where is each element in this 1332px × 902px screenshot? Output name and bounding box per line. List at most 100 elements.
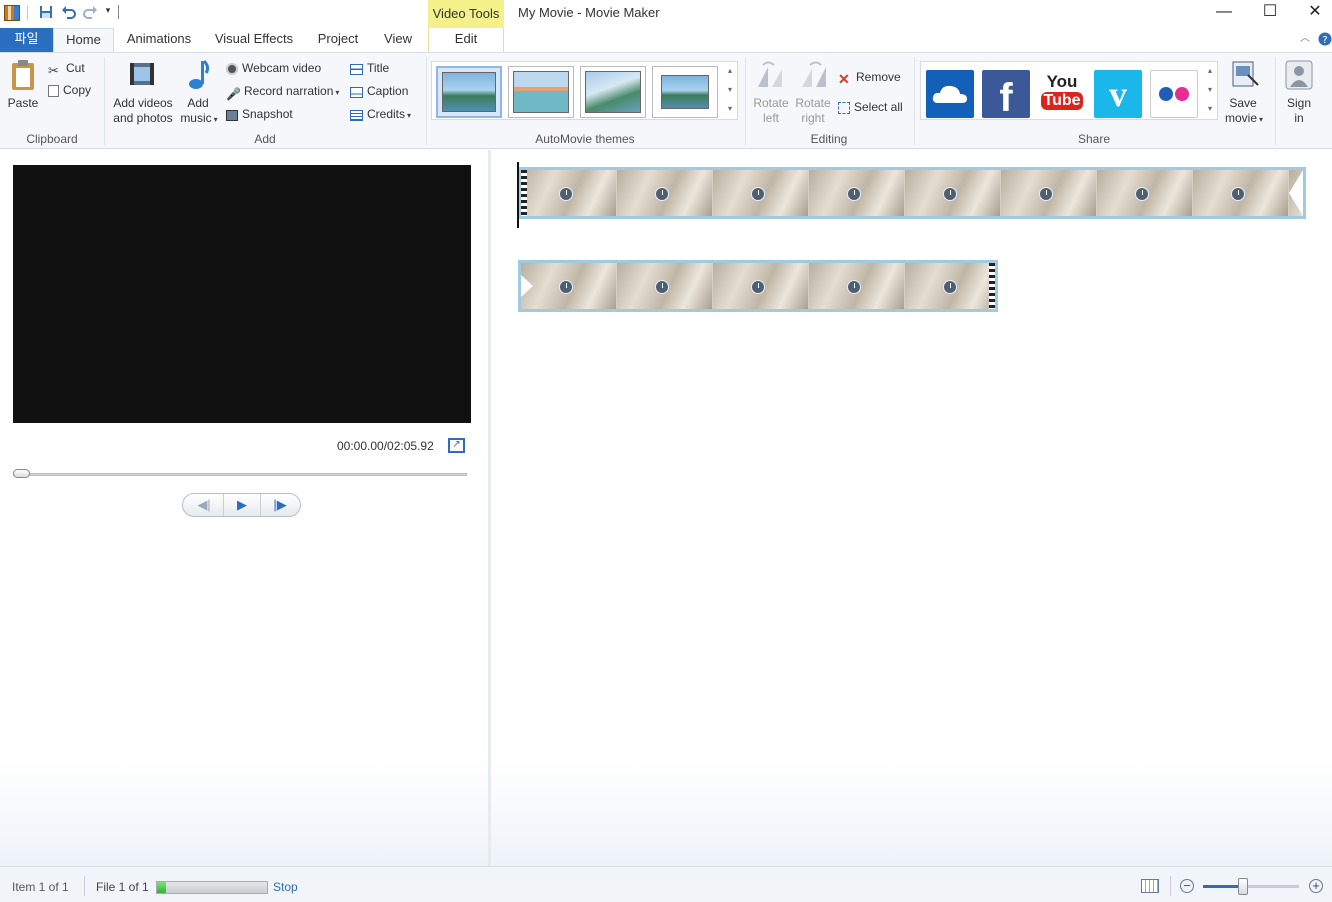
collapse-ribbon-icon[interactable]: ︿ <box>1296 28 1314 52</box>
record-narration-button[interactable]: 🎤 Record narration ▾ <box>226 82 339 101</box>
clip-frame <box>1001 170 1097 216</box>
rotate-right-button[interactable]: Rotate right <box>794 59 832 125</box>
progress-fill <box>157 882 166 893</box>
cut-label: Cut <box>66 61 85 75</box>
svg-text:?: ? <box>1322 35 1327 46</box>
clip-frame <box>713 170 809 216</box>
zoom-thumb[interactable] <box>1238 878 1249 895</box>
add-music-button[interactable]: Add music ▾ <box>178 59 220 127</box>
caption-button[interactable]: Caption <box>350 82 408 100</box>
cut-button[interactable]: ✂ Cut <box>48 59 85 78</box>
video-preview[interactable] <box>13 165 471 423</box>
zoom-out-icon[interactable]: − <box>1180 879 1194 893</box>
duration-clock-icon <box>559 280 573 294</box>
preview-pane: 00:00.00/02:05.92 ↗ ◀| ▶ |▶ <box>0 150 488 866</box>
duration-clock-icon <box>1135 187 1149 201</box>
onedrive-icon[interactable] <box>926 70 974 118</box>
app-icon[interactable] <box>4 5 20 21</box>
item-count: Item 1 of 1 <box>12 880 69 894</box>
redo-icon[interactable] <box>82 5 98 21</box>
save-icon[interactable] <box>38 5 54 21</box>
maximize-button[interactable]: ☐ <box>1247 0 1293 26</box>
automovie-themes-gallery <box>431 61 738 120</box>
clip-frame <box>905 170 1001 216</box>
theme-fade[interactable] <box>580 66 646 118</box>
snapshot-label: Snapshot <box>242 107 293 121</box>
timecode-display: 00:00.00/02:05.92 <box>337 439 434 453</box>
duration-clock-icon <box>655 187 669 201</box>
seek-thumb[interactable] <box>13 469 30 478</box>
snapshot-button[interactable]: Snapshot <box>226 105 293 123</box>
themes-scroll[interactable]: ▴ ▾ ▾ <box>724 61 736 120</box>
duration-clock-icon <box>751 280 765 294</box>
vimeo-icon[interactable]: v <box>1094 70 1142 118</box>
theme-thumbnail <box>585 71 641 113</box>
clip-end-notch <box>1289 170 1303 216</box>
facebook-icon[interactable]: f <box>982 70 1030 120</box>
share-scroll[interactable]: ▴ ▾ ▾ <box>1204 61 1216 120</box>
tab-animations[interactable]: Animations <box>120 28 198 52</box>
theme-thumbnail <box>513 71 569 113</box>
youtube-icon[interactable]: You Tube <box>1038 70 1086 118</box>
close-button[interactable]: ✕ <box>1292 0 1332 26</box>
add-videos-button[interactable]: Add videos and photos <box>110 59 176 127</box>
zoom-slider-fill <box>1203 885 1244 888</box>
editing-group-label: Editing <box>810 132 848 146</box>
rotate-left-button[interactable]: Rotate left <box>752 59 790 125</box>
clip-frame <box>521 170 617 216</box>
select-all-button[interactable]: Select all <box>838 98 903 116</box>
save-movie-button[interactable]: Save movie ▾ <box>1220 59 1268 125</box>
storyboard-view-icon[interactable] <box>1141 879 1159 893</box>
video-clip[interactable] <box>518 167 1306 219</box>
theme-thumbnail <box>442 72 496 112</box>
tab-edit[interactable]: Edit <box>430 28 502 52</box>
undo-icon[interactable] <box>60 5 76 21</box>
credits-button[interactable]: Credits ▾ <box>350 105 411 123</box>
group-separator <box>1275 57 1276 145</box>
playback-controls: ◀| ▶ |▶ <box>182 493 301 517</box>
play-icon[interactable]: ▶ <box>223 494 261 516</box>
duration-clock-icon <box>559 187 573 201</box>
duration-clock-icon <box>943 280 957 294</box>
status-separator <box>1170 876 1171 896</box>
cut-icon: ✂ <box>48 63 59 78</box>
theme-pan-and-zoom[interactable] <box>652 66 718 118</box>
minimize-button[interactable]: — <box>1201 0 1247 26</box>
tab-file[interactable]: 파일 <box>0 28 53 52</box>
clip-end-edge <box>989 263 995 309</box>
select-all-icon <box>838 102 850 114</box>
theme-contemporary[interactable] <box>508 66 574 118</box>
tab-project[interactable]: Project <box>310 28 366 52</box>
webcam-video-button[interactable]: Webcam video <box>226 59 321 77</box>
share-gallery: f You Tube v <box>920 61 1218 120</box>
customize-icon[interactable]: ▾ <box>102 5 114 21</box>
sign-in-button[interactable]: Sign in <box>1280 59 1318 125</box>
tab-view[interactable]: View <box>376 28 420 52</box>
copy-button[interactable]: Copy <box>48 81 91 99</box>
next-frame-icon[interactable]: |▶ <box>261 494 299 516</box>
sign-in-icon <box>1285 60 1313 90</box>
fullscreen-icon[interactable]: ↗ <box>448 438 465 453</box>
add-group-label: Add <box>254 132 276 146</box>
previous-frame-icon[interactable]: ◀| <box>185 494 223 516</box>
video-clip[interactable] <box>518 260 998 312</box>
theme-default[interactable] <box>436 66 502 118</box>
sign-in-label-1: Sign <box>1286 96 1312 110</box>
music-note-icon <box>189 59 210 89</box>
title-button[interactable]: Title <box>350 59 389 77</box>
tab-home[interactable]: Home <box>53 28 114 53</box>
help-icon[interactable]: ? <box>1318 28 1332 52</box>
clip-start-edge <box>521 170 527 216</box>
zoom-in-icon[interactable]: + <box>1309 879 1323 893</box>
stop-link[interactable]: Stop <box>273 880 298 894</box>
flickr-icon[interactable] <box>1150 70 1198 118</box>
remove-button[interactable]: ✕ Remove <box>838 68 901 87</box>
rotate-right-label-2: right <box>801 111 825 125</box>
paste-button[interactable]: Paste <box>6 59 40 115</box>
save-movie-label-2: movie ▾ <box>1224 111 1264 125</box>
caption-label: Caption <box>367 84 409 98</box>
paste-label: Paste <box>7 96 39 110</box>
tab-visual-effects[interactable]: Visual Effects <box>208 28 300 52</box>
playhead[interactable] <box>517 162 519 228</box>
seek-bar[interactable] <box>13 473 467 476</box>
